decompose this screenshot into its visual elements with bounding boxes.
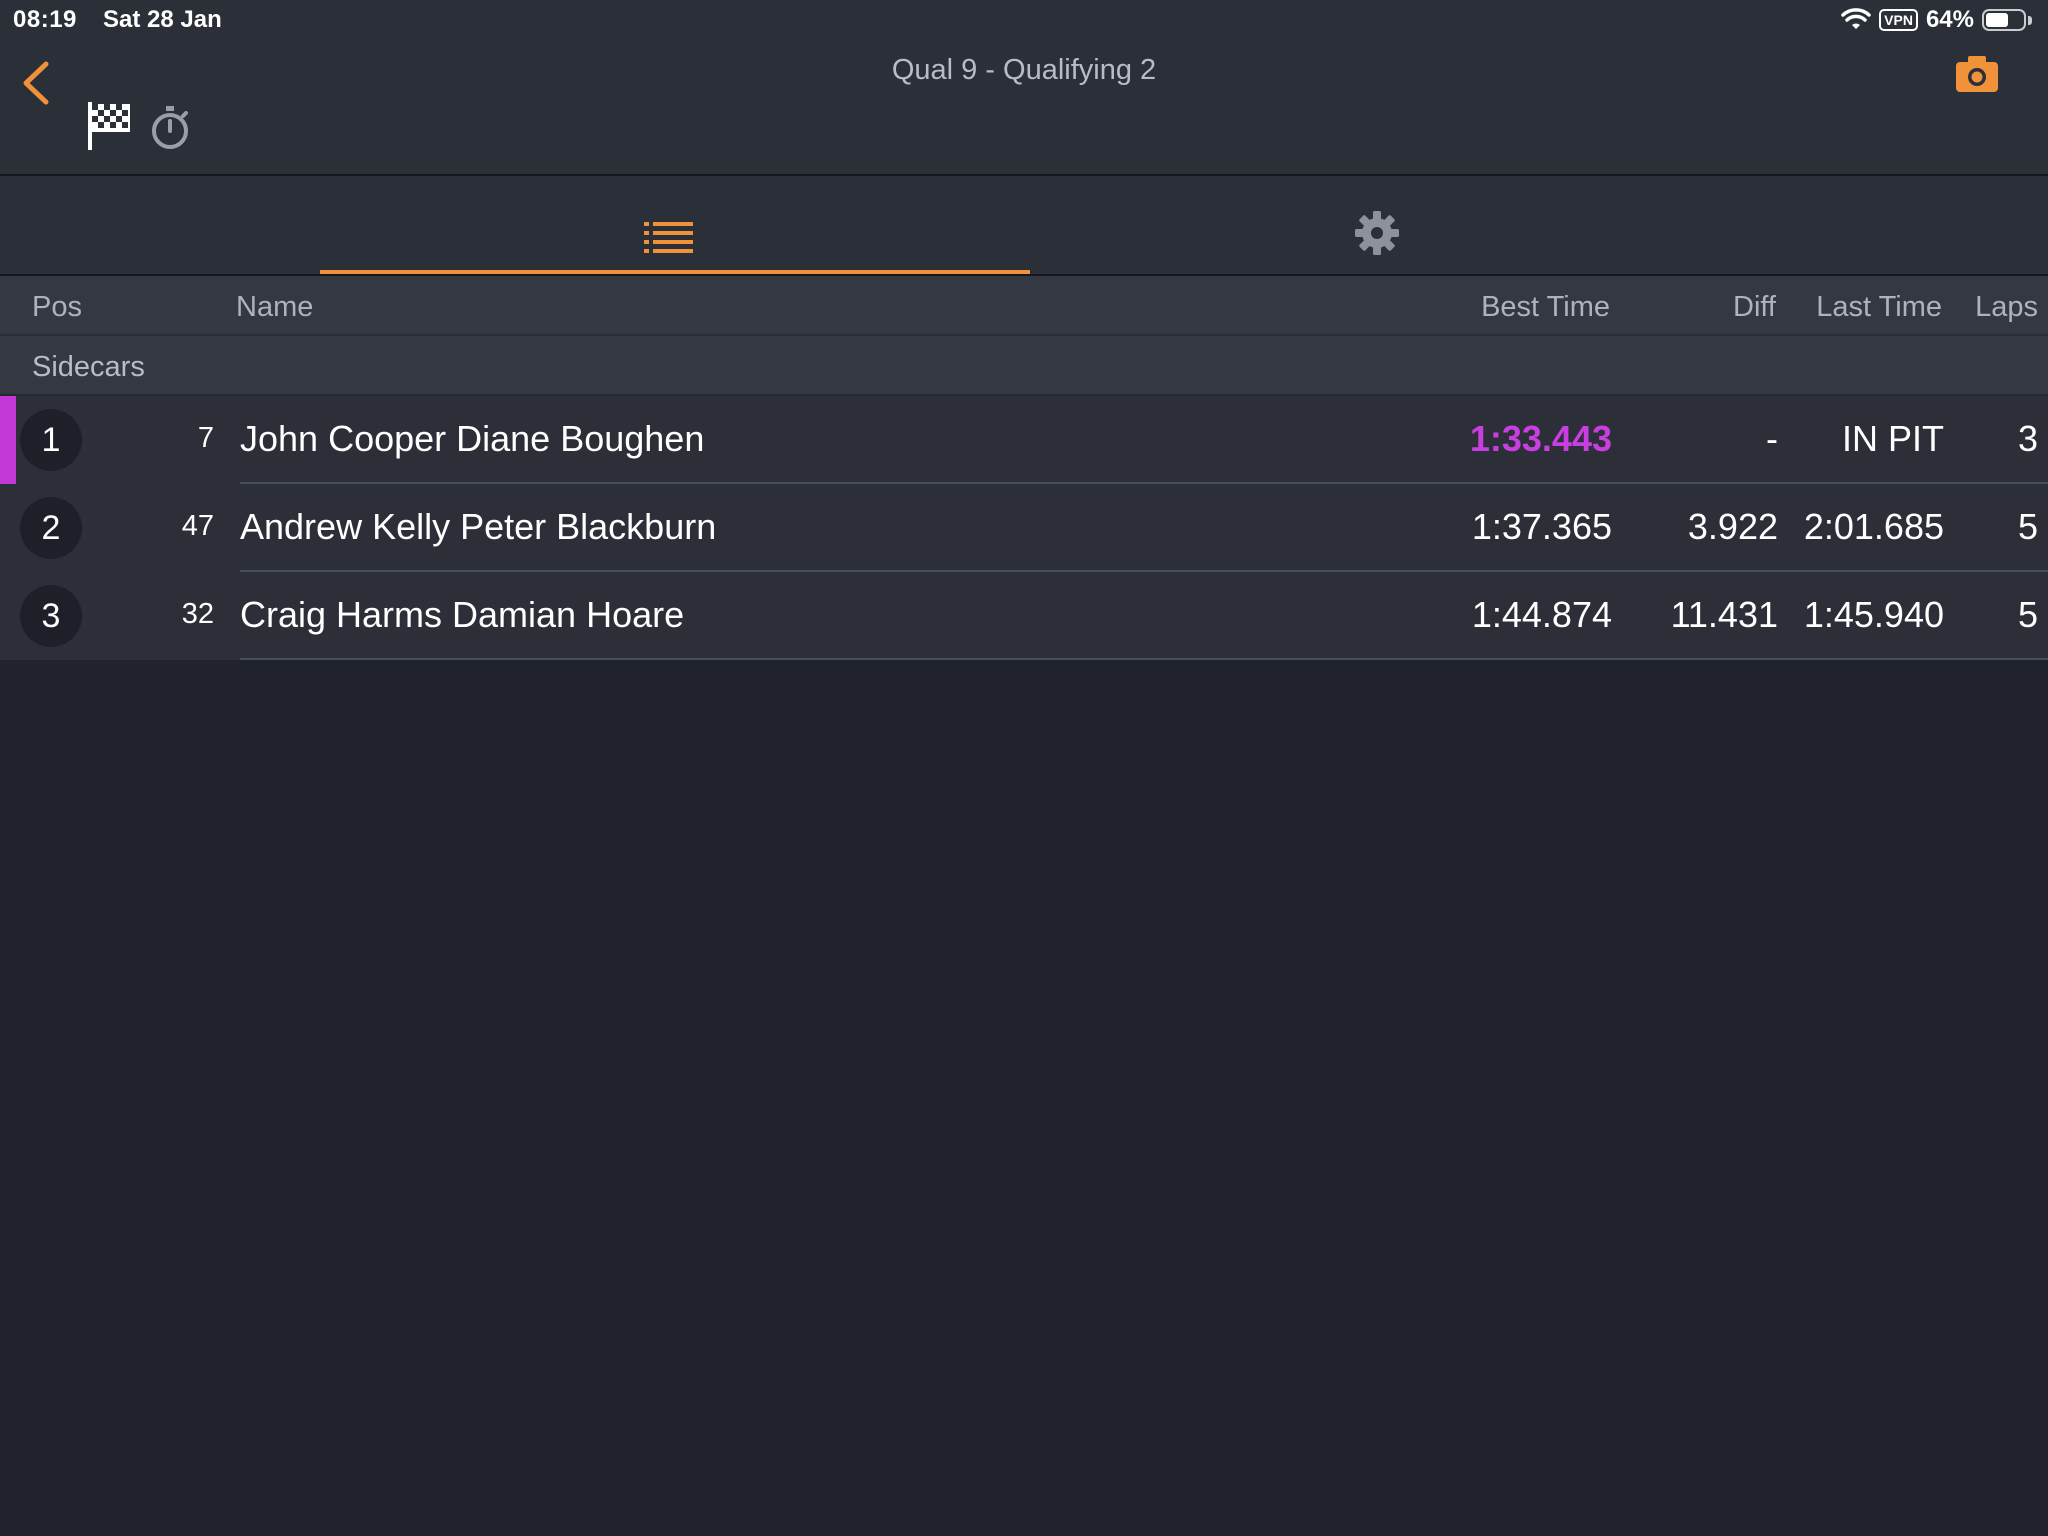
diff: 11.431: [1670, 594, 1778, 635]
checkered-flag-icon[interactable]: [86, 100, 132, 152]
tab-selected-indicator: [320, 270, 1030, 274]
column-header-row: Pos Name Best Time Diff Last Time Laps: [0, 276, 2048, 336]
tab-settings[interactable]: [1030, 176, 1722, 274]
position-badge: 3: [20, 585, 82, 647]
list-icon: [644, 222, 693, 253]
gear-icon: [1355, 211, 1399, 255]
nav-header: Qual 9 - Qualifying 2: [0, 40, 2048, 176]
stopwatch-icon[interactable]: [148, 104, 192, 152]
column-header-diff[interactable]: Diff: [1733, 291, 1776, 324]
driver-name: Craig Harms Damian Hoare: [240, 594, 685, 635]
last-time: IN PIT: [1841, 418, 1944, 459]
best-time: 1:37.365: [1471, 506, 1612, 547]
position-badge: 1: [20, 409, 82, 471]
class-label: Sidecars: [32, 351, 145, 383]
battery-level: [1986, 13, 2008, 27]
table-row[interactable]: 2 47 Andrew Kelly Peter Blackburn 1:37.3…: [0, 484, 2048, 572]
best-time: 1:44.874: [1471, 594, 1612, 635]
status-date: Sat 28 Jan: [103, 6, 222, 33]
diff: -: [1766, 418, 1778, 459]
driver-name: Andrew Kelly Peter Blackburn: [240, 506, 717, 547]
position-badge: 2: [20, 497, 82, 559]
battery-percentage: 64%: [1925, 6, 1974, 33]
vpn-badge: VPN: [1879, 9, 1918, 31]
status-bar: 08:19 Sat 28 Jan VPN 64%: [0, 0, 2048, 40]
laps: 5: [2017, 506, 2038, 547]
column-header-last-time[interactable]: Last Time: [1816, 291, 1942, 324]
laps: 3: [2017, 418, 2038, 459]
best-time: 1:33.443: [1469, 418, 1612, 459]
fastest-lap-indicator: [0, 396, 16, 484]
last-time: 2:01.685: [1803, 506, 1944, 547]
column-header-name[interactable]: Name: [236, 291, 313, 324]
table-row[interactable]: 1 7 John Cooper Diane Boughen 1:33.443 -…: [0, 396, 2048, 484]
status-time: 08:19: [13, 6, 77, 33]
car-number: 7: [197, 422, 214, 454]
status-indicators: VPN 64%: [1841, 6, 2032, 34]
battery-icon: [1982, 9, 2026, 31]
car-number: 32: [181, 598, 214, 630]
car-number: 47: [181, 510, 214, 542]
class-section-header: Sidecars: [0, 336, 2048, 396]
last-time: 1:45.940: [1803, 594, 1944, 635]
camera-icon[interactable]: [1952, 52, 2002, 96]
session-title: Qual 9 - Qualifying 2: [891, 54, 1157, 86]
battery-tip: [2028, 15, 2032, 25]
column-header-best-time[interactable]: Best Time: [1481, 291, 1610, 324]
wifi-icon: [1841, 8, 1871, 29]
diff: 3.922: [1687, 506, 1778, 547]
timing-screen: 08:19 Sat 28 Jan VPN 64% Qual 9 - Qualif…: [0, 0, 2048, 1536]
laps: 5: [2017, 594, 2038, 635]
tab-bar: [0, 176, 2048, 276]
column-header-pos[interactable]: Pos: [32, 291, 82, 324]
table-row[interactable]: 3 32 Craig Harms Damian Hoare 1:44.874 1…: [0, 572, 2048, 660]
row-divider: [240, 658, 2048, 660]
driver-name: John Cooper Diane Boughen: [240, 418, 705, 459]
column-header-laps[interactable]: Laps: [1975, 291, 2038, 324]
tab-standings[interactable]: [320, 176, 1030, 274]
